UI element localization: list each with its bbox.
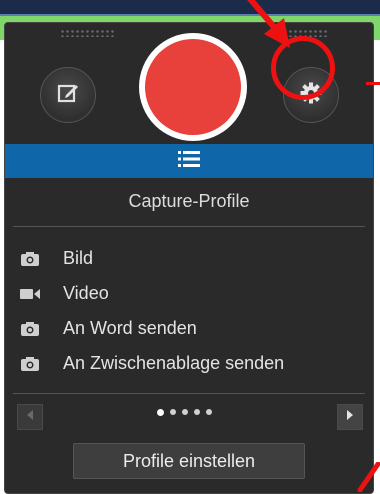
settings-button[interactable] [283, 67, 339, 123]
profile-label: Bild [63, 248, 94, 268]
annotation-line [366, 82, 380, 85]
profiles-tab[interactable] [5, 144, 373, 178]
list-icon [178, 150, 200, 173]
background-window [0, 0, 380, 16]
next-page-button[interactable] [337, 404, 363, 430]
configure-profiles-button[interactable]: Profile einstellen [73, 443, 305, 479]
divider [13, 393, 365, 394]
previous-page-button[interactable] [17, 404, 43, 430]
drag-grip-left[interactable] [60, 29, 115, 37]
section-title: Capture-Profile [128, 191, 250, 211]
camera-icon [19, 355, 41, 373]
camera-icon [19, 250, 41, 268]
chevron-left-icon [25, 408, 35, 426]
profile-item-word[interactable]: An Word senden [19, 311, 365, 346]
page-dot[interactable] [170, 409, 176, 415]
page-dot[interactable] [194, 409, 200, 415]
profile-item-video[interactable]: Video [19, 276, 365, 311]
record-button[interactable] [139, 33, 247, 141]
profile-label: Video [63, 283, 109, 303]
divider [13, 226, 365, 227]
gear-icon [299, 81, 323, 110]
video-camera-icon [19, 285, 41, 303]
camera-icon [19, 320, 41, 338]
profile-item-clipboard[interactable]: An Zwischenablage senden [19, 346, 365, 381]
chevron-right-icon [345, 408, 355, 426]
record-icon [145, 39, 241, 135]
profile-pager [17, 404, 363, 432]
edit-icon [56, 81, 80, 110]
page-dot[interactable] [182, 409, 188, 415]
page-dot[interactable] [206, 409, 212, 415]
capture-panel: Capture-Profile Bild Video An Word sende… [4, 22, 374, 494]
profile-label: An Word senden [63, 318, 197, 338]
page-dot[interactable] [157, 409, 164, 416]
profile-label: An Zwischenablage senden [63, 353, 285, 373]
profile-list: Bild Video An Word senden An Zwischenabl… [19, 241, 365, 381]
drag-grip-right[interactable] [273, 29, 328, 37]
page-indicator [157, 409, 212, 416]
profile-item-bild[interactable]: Bild [19, 241, 365, 276]
edit-button[interactable] [40, 67, 96, 123]
